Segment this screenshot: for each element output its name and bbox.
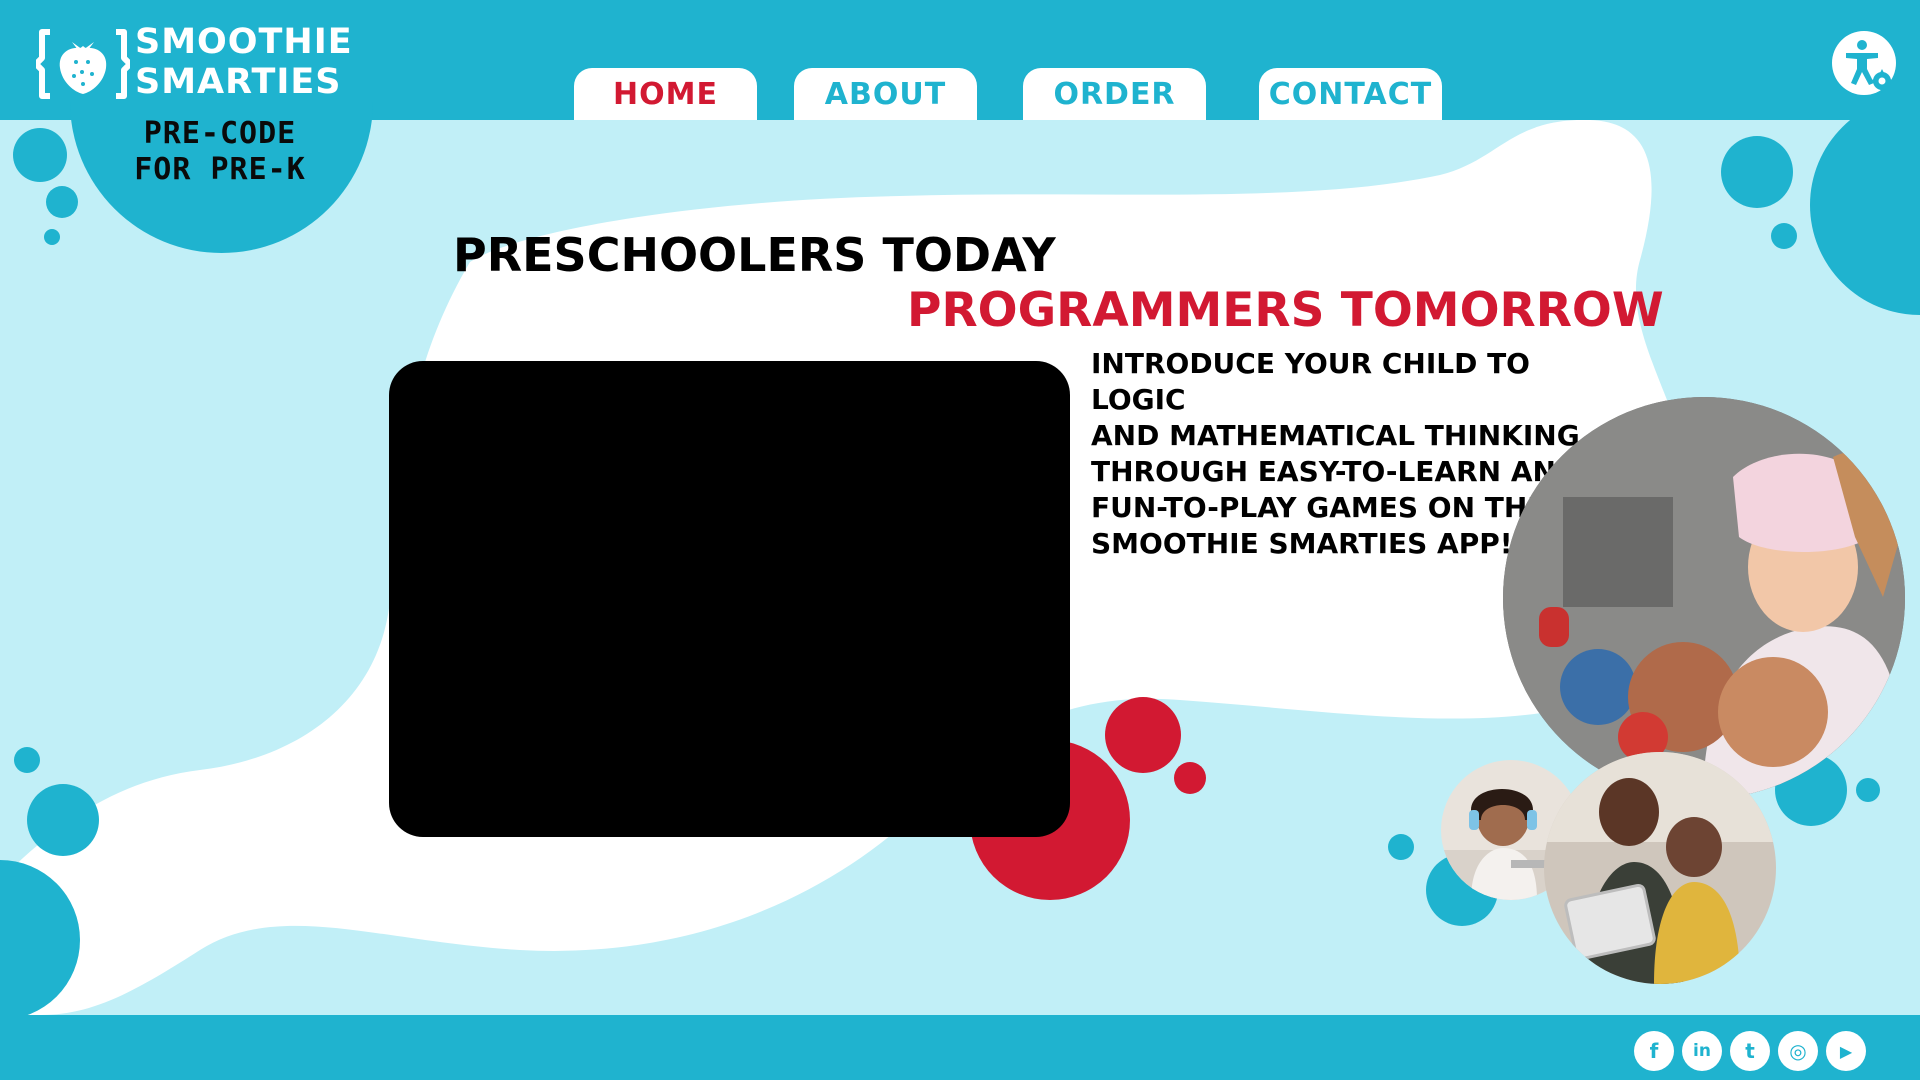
brand-name-line2: SMARTIES xyxy=(135,62,342,102)
tagline-line2: FOR PRE-K xyxy=(134,152,306,187)
bubble xyxy=(14,747,40,773)
description-line: INTRODUCE YOUR CHILD TO LOGIC xyxy=(1091,347,1530,416)
instagram-icon[interactable]: ◎ xyxy=(1778,1031,1818,1071)
twitter-icon[interactable]: t xyxy=(1730,1031,1770,1071)
bubble xyxy=(1810,95,1920,315)
description-line: THROUGH EASY-TO-LEARN AND xyxy=(1091,455,1580,488)
nav-tab-contact[interactable]: CONTACT xyxy=(1259,68,1442,120)
red-bubble xyxy=(1174,762,1206,794)
accessibility-settings-icon xyxy=(1846,40,1894,93)
headline-secondary: PROGRAMMERS TOMORROW xyxy=(907,283,1664,338)
bubble xyxy=(27,784,99,856)
tagline: PRE-CODE FOR PRE-K xyxy=(120,116,320,188)
linkedin-icon[interactable]: in xyxy=(1682,1031,1722,1071)
bubble xyxy=(46,186,78,218)
bubble xyxy=(1388,834,1414,860)
strawberry-brackets-icon[interactable] xyxy=(36,28,130,100)
video-player[interactable] xyxy=(389,361,1070,837)
brand-name-line1: SMOOTHIE xyxy=(135,22,353,62)
tagline-line1: PRE-CODE xyxy=(143,116,297,151)
bubble xyxy=(44,229,60,245)
nav-tab-order[interactable]: ORDER xyxy=(1023,68,1206,120)
description-line: AND MATHEMATICAL THINKING xyxy=(1091,419,1580,452)
bubble xyxy=(1771,223,1797,249)
child-vr-headset-photo xyxy=(1503,397,1905,799)
youtube-icon[interactable]: ▶ xyxy=(1826,1031,1866,1071)
footer-bar xyxy=(0,1015,1920,1080)
page: SMOOTHIE SMARTIES PRE-CODE FOR PRE-K HOM… xyxy=(0,0,1920,1080)
red-bubble xyxy=(1105,697,1181,773)
bubble xyxy=(1721,136,1793,208)
bubble xyxy=(13,128,67,182)
headline-primary: PRESCHOOLERS TODAY xyxy=(453,228,1056,282)
bubble xyxy=(1856,778,1880,802)
nav-tab-home[interactable]: HOME xyxy=(574,68,757,120)
nav-tab-about[interactable]: ABOUT xyxy=(794,68,977,120)
brand-name[interactable]: SMOOTHIE SMARTIES xyxy=(135,22,353,102)
accessibility-button[interactable] xyxy=(1832,31,1896,95)
mother-daughter-tablet-photo xyxy=(1544,752,1776,984)
facebook-icon[interactable]: f xyxy=(1634,1031,1674,1071)
